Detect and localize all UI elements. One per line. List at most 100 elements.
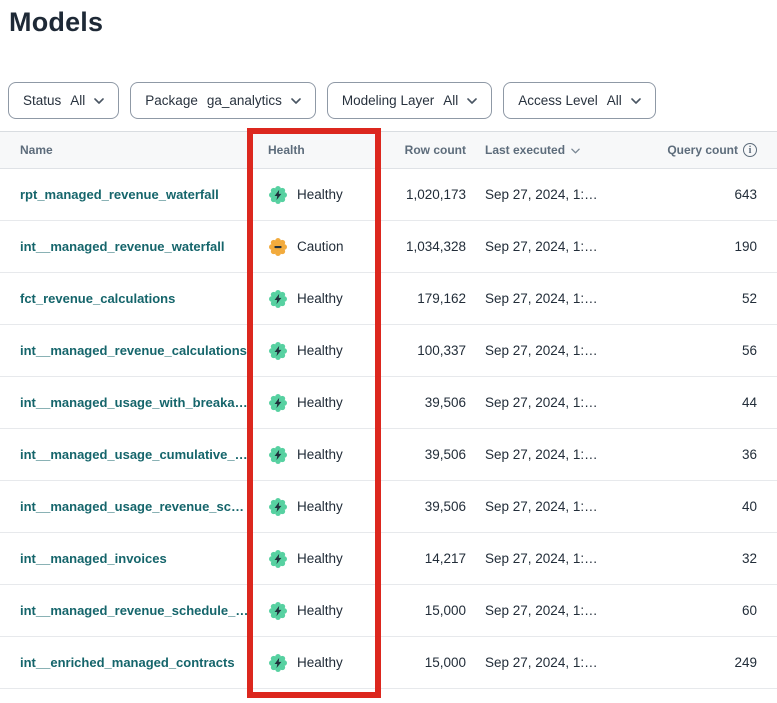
column-header-health: Health [264, 143, 381, 157]
last-executed: Sep 27, 2024, 1:… [466, 603, 626, 618]
health-status-icon [268, 549, 288, 569]
query-count: 190 [626, 239, 777, 254]
chevron-down-icon [94, 98, 104, 104]
column-header-label: Query count [667, 143, 738, 157]
chevron-down-icon [631, 98, 641, 104]
query-count: 249 [626, 655, 777, 670]
health-cell: Healthy [264, 393, 381, 413]
last-executed: Sep 27, 2024, 1:… [466, 291, 626, 306]
row-count: 15,000 [381, 603, 466, 618]
health-cell: Healthy [264, 341, 381, 361]
model-link[interactable]: int__managed_usage_with_breaka… [20, 395, 248, 410]
health-label: Healthy [297, 291, 343, 306]
health-cell: Healthy [264, 549, 381, 569]
table-row: int__managed_revenue_waterfall Caution 1… [0, 221, 777, 273]
column-header-row-count: Row count [381, 143, 466, 157]
health-status-icon [268, 341, 288, 361]
health-label: Healthy [297, 551, 343, 566]
health-status-icon [268, 601, 288, 621]
health-cell: Caution [264, 237, 381, 257]
last-executed: Sep 27, 2024, 1:… [466, 447, 626, 462]
model-link[interactable]: int__managed_usage_revenue_sc… [20, 499, 244, 514]
column-header-label: Last executed [485, 143, 565, 157]
health-status-icon [268, 445, 288, 465]
page-title: Models [9, 6, 777, 38]
filter-value: ga_analytics [207, 93, 282, 108]
filter-access-level[interactable]: Access Level All [503, 82, 656, 119]
table-row: int__managed_usage_revenue_sc… Healthy 3… [0, 481, 777, 533]
health-cell: Healthy [264, 601, 381, 621]
row-count: 1,020,173 [381, 187, 466, 202]
last-executed: Sep 27, 2024, 1:… [466, 655, 626, 670]
row-count: 39,506 [381, 395, 466, 410]
table-header: Name Health Row count Last executed Quer… [0, 131, 777, 169]
filter-label: Status [23, 93, 61, 108]
query-count: 44 [626, 395, 777, 410]
health-cell: Healthy [264, 653, 381, 673]
health-label: Healthy [297, 343, 343, 358]
health-label: Healthy [297, 447, 343, 462]
table-row: int__managed_usage_cumulative_… Healthy … [0, 429, 777, 481]
column-header-last-executed[interactable]: Last executed [466, 143, 626, 157]
row-count: 14,217 [381, 551, 466, 566]
column-header-query-count: Query count i [626, 143, 777, 157]
model-link[interactable]: int__managed_revenue_schedule_… [20, 603, 248, 618]
row-count: 15,000 [381, 655, 466, 670]
health-status-icon [268, 185, 288, 205]
filter-bar: Status All Package ga_analytics Modeling… [8, 82, 777, 119]
last-executed: Sep 27, 2024, 1:… [466, 499, 626, 514]
health-cell: Healthy [264, 445, 381, 465]
model-link[interactable]: int__managed_revenue_calculations [20, 343, 247, 358]
models-table: Name Health Row count Last executed Quer… [0, 131, 777, 689]
filter-value: All [607, 93, 622, 108]
info-icon[interactable]: i [743, 143, 757, 157]
health-status-icon [268, 237, 288, 257]
table-row: rpt_managed_revenue_waterfall Healthy 1,… [0, 169, 777, 221]
query-count: 32 [626, 551, 777, 566]
query-count: 643 [626, 187, 777, 202]
filter-package[interactable]: Package ga_analytics [130, 82, 316, 119]
health-status-icon [268, 393, 288, 413]
health-cell: Healthy [264, 185, 381, 205]
row-count: 179,162 [381, 291, 466, 306]
table-row: int__managed_revenue_calculations Health… [0, 325, 777, 377]
model-link[interactable]: int__enriched_managed_contracts [20, 655, 235, 670]
column-header-name: Name [0, 143, 264, 157]
last-executed: Sep 27, 2024, 1:… [466, 239, 626, 254]
query-count: 56 [626, 343, 777, 358]
filter-value: All [70, 93, 85, 108]
health-label: Healthy [297, 655, 343, 670]
filter-label: Modeling Layer [342, 93, 434, 108]
table-row: int__managed_invoices Healthy 14,217 Sep… [0, 533, 777, 585]
query-count: 52 [626, 291, 777, 306]
last-executed: Sep 27, 2024, 1:… [466, 187, 626, 202]
model-link[interactable]: int__managed_usage_cumulative_… [20, 447, 248, 462]
model-link[interactable]: fct_revenue_calculations [20, 291, 175, 306]
health-label: Healthy [297, 499, 343, 514]
health-cell: Healthy [264, 497, 381, 517]
last-executed: Sep 27, 2024, 1:… [466, 395, 626, 410]
health-label: Healthy [297, 395, 343, 410]
query-count: 60 [626, 603, 777, 618]
last-executed: Sep 27, 2024, 1:… [466, 343, 626, 358]
table-row: int__managed_usage_with_breaka… Healthy … [0, 377, 777, 429]
query-count: 36 [626, 447, 777, 462]
table-row: int__enriched_managed_contracts Healthy … [0, 637, 777, 689]
row-count: 39,506 [381, 499, 466, 514]
health-status-icon [268, 289, 288, 309]
models-page: Models Status All Package ga_analytics M… [0, 6, 777, 703]
filter-modeling-layer[interactable]: Modeling Layer All [327, 82, 492, 119]
filter-status[interactable]: Status All [8, 82, 119, 119]
model-link[interactable]: rpt_managed_revenue_waterfall [20, 187, 219, 202]
row-count: 39,506 [381, 447, 466, 462]
model-link[interactable]: int__managed_revenue_waterfall [20, 239, 224, 254]
table-row: int__managed_revenue_schedule_… Healthy … [0, 585, 777, 637]
query-count: 40 [626, 499, 777, 514]
sort-chevron-icon [571, 143, 580, 157]
table-row: fct_revenue_calculations Healthy 179,162… [0, 273, 777, 325]
model-link[interactable]: int__managed_invoices [20, 551, 167, 566]
last-executed: Sep 27, 2024, 1:… [466, 551, 626, 566]
health-cell: Healthy [264, 289, 381, 309]
chevron-down-icon [291, 98, 301, 104]
health-label: Caution [297, 239, 344, 254]
